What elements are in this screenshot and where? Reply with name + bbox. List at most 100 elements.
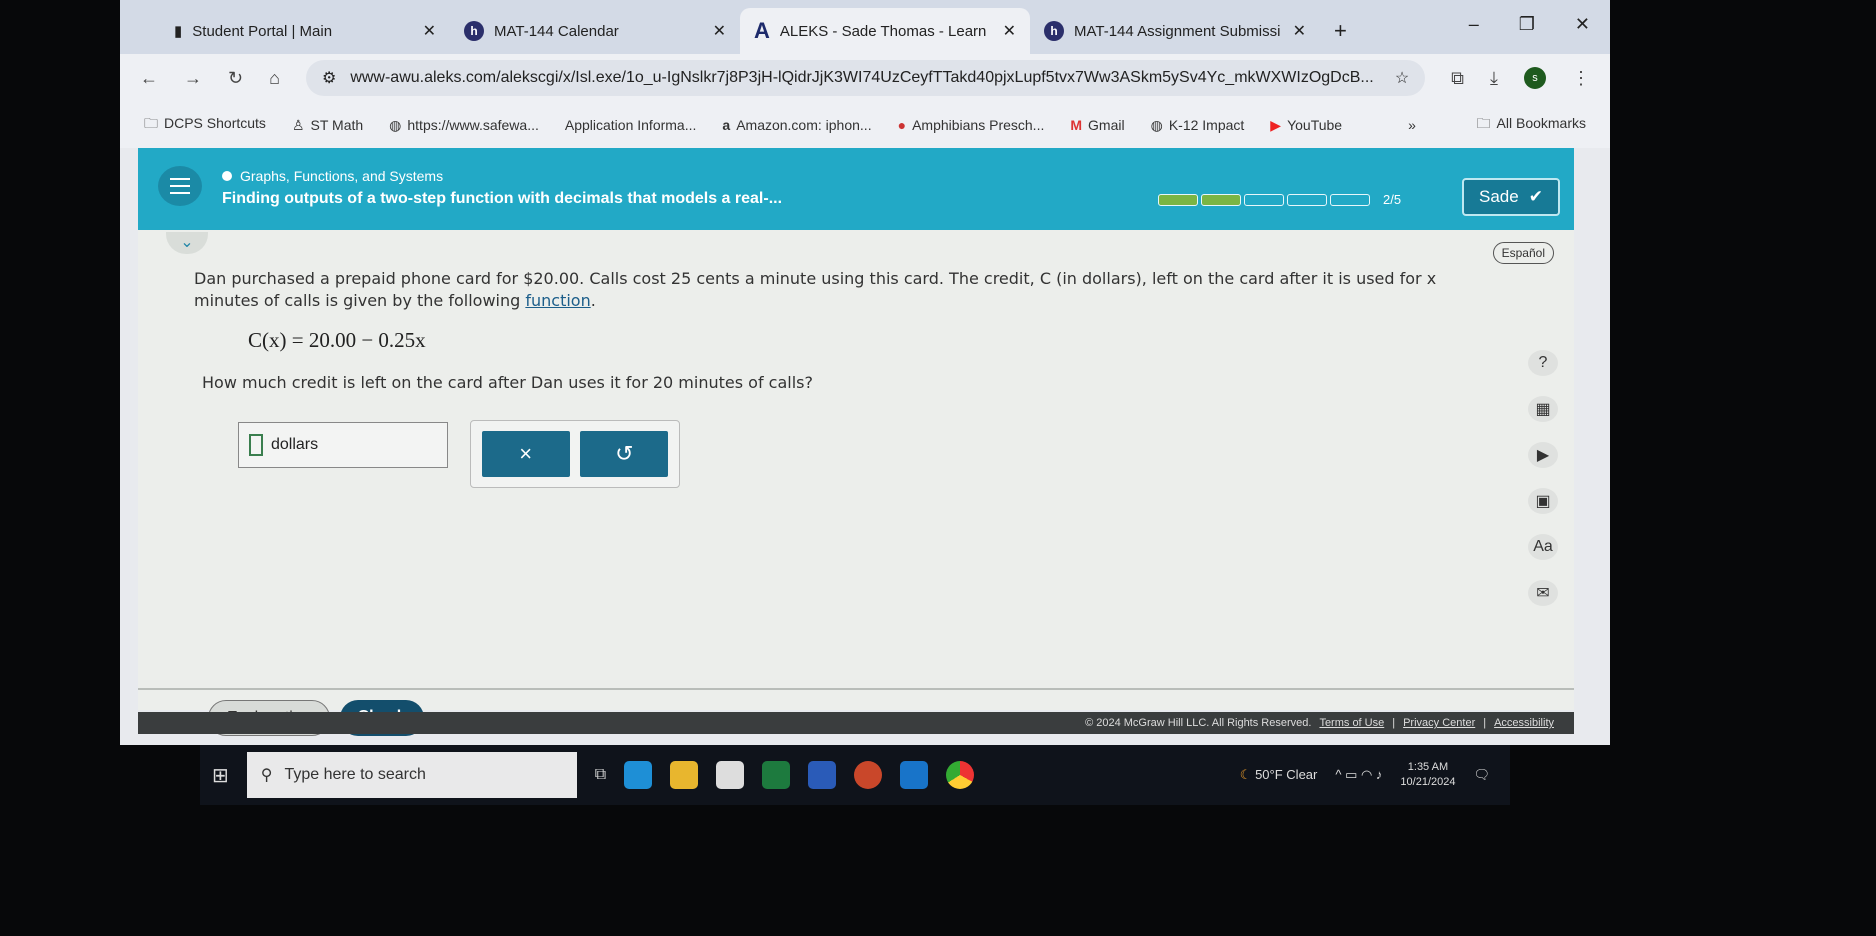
undo-button[interactable]: ↺ — [580, 431, 669, 477]
terms-link[interactable]: Terms of Use — [1319, 717, 1384, 729]
restore-icon[interactable]: ❐ — [1519, 14, 1535, 35]
function-link[interactable]: function — [525, 291, 590, 310]
page-title: Finding outputs of a two-step function w… — [222, 190, 783, 207]
hamburger-menu-button[interactable] — [158, 166, 202, 206]
bookmark-label: ST Math — [310, 116, 364, 133]
moon-icon: ☾ — [1239, 767, 1252, 782]
bookmark-youtube[interactable]: ▶ YouTube — [1270, 117, 1342, 134]
apple-icon: ● — [897, 117, 907, 133]
chevron-down-icon: ✔ — [1528, 187, 1543, 206]
all-bookmarks[interactable]: 🗀 All Bookmarks — [1477, 113, 1586, 137]
espanol-button[interactable]: Español — [1492, 242, 1554, 264]
excel-icon[interactable] — [762, 761, 791, 789]
menu-dots-icon[interactable]: ⋮ — [1572, 68, 1590, 89]
back-icon[interactable]: ← — [140, 68, 158, 89]
close-tab-icon[interactable]: ✕ — [423, 21, 436, 41]
tab-mat144-calendar[interactable]: h MAT-144 Calendar ✕ — [450, 8, 740, 54]
close-tab-icon[interactable]: ✕ — [713, 21, 726, 41]
accessibility-link[interactable]: Accessibility — [1494, 717, 1554, 729]
bookmark-gmail[interactable]: M Gmail — [1070, 117, 1124, 133]
edge-icon[interactable] — [624, 761, 653, 789]
answer-field[interactable] — [249, 434, 263, 456]
question-prompt: How much credit is left on the card afte… — [202, 373, 813, 392]
tab-label: ALEKS - Sade Thomas - Learn — [779, 22, 987, 40]
weather-text: 50°F Clear — [1255, 767, 1318, 782]
help-icon[interactable]: ? — [1528, 350, 1558, 376]
powerpoint-icon[interactable] — [854, 761, 883, 789]
bookmarks-bar: 🗀 DCPS Shortcuts ♙ ST Math ◍ https://www.sa… — [120, 102, 1610, 148]
bookmark-application[interactable]: Application Informa... — [565, 117, 697, 133]
bookmark-k12[interactable]: ◍ K-12 Impact — [1151, 117, 1245, 134]
equation: C(x) = 20.00 − 0.25x — [248, 328, 426, 352]
ebook-icon[interactable]: ▣ — [1528, 488, 1558, 514]
aleks-header: Graphs, Functions, and Systems Finding o… — [138, 148, 1574, 230]
new-tab-button[interactable]: + — [1320, 8, 1360, 54]
taskbar: ⊞ ⚲ Type here to search ⧉ ☾ 50°F Clear ^ … — [200, 745, 1510, 805]
mail-icon[interactable]: ✉ — [1528, 580, 1558, 606]
reload-icon[interactable]: ↻ — [228, 68, 243, 89]
progress-bar: 2/5 — [1158, 192, 1401, 207]
star-icon[interactable]: ☆ — [1395, 68, 1409, 88]
tab-label: MAT-144 Assignment Submissi — [1074, 22, 1281, 40]
tab-aleks[interactable]: A ALEKS - Sade Thomas - Learn ✕ — [740, 8, 1030, 54]
close-tab-icon[interactable]: ✕ — [1293, 21, 1306, 41]
question-text: Dan purchased a prepaid phone card for $… — [194, 269, 1437, 310]
bookmark-label: DCPS Shortcuts — [164, 115, 266, 131]
privacy-link[interactable]: Privacy Center — [1403, 717, 1475, 729]
store-icon[interactable] — [716, 761, 745, 789]
tab-bar: ▮ Student Portal | Main ✕ h MAT-144 Calenda… — [120, 0, 1610, 54]
bookmark-label: K-12 Impact — [1168, 116, 1245, 133]
tab-label: Student Portal | Main — [192, 22, 333, 40]
folder-icon: 🗀 — [1476, 115, 1491, 131]
bookmark-label: All Bookmarks — [1496, 115, 1586, 131]
tab-assignment-submission[interactable]: h MAT-144 Assignment Submissi ✕ — [1030, 8, 1320, 54]
clock[interactable]: 1:35 AM 10/21/2024 — [1400, 760, 1455, 790]
more-bookmarks[interactable]: » — [1408, 117, 1416, 133]
bookmark-safeway[interactable]: ◍ https://www.safewa... — [389, 117, 539, 134]
extensions-icon[interactable]: ⧉ — [1451, 68, 1464, 89]
word-icon[interactable] — [808, 761, 837, 789]
close-tab-icon[interactable]: ✕ — [1003, 21, 1016, 41]
file-explorer-icon[interactable] — [670, 761, 699, 789]
video-icon[interactable]: ▶ — [1528, 442, 1558, 468]
bookmark-amphibians[interactable]: ● Amphibians Presch... — [898, 117, 1045, 133]
browser-window: ▮ Student Portal | Main ✕ h MAT-144 Calenda… — [120, 0, 1610, 745]
close-window-icon[interactable]: ✕ — [1575, 14, 1590, 35]
download-icon[interactable]: ⤓ — [1490, 68, 1498, 89]
taskbar-search[interactable]: ⚲ Type here to search — [246, 752, 577, 798]
clear-button[interactable]: × — [481, 431, 570, 477]
tab-student-portal[interactable]: ▮ Student Portal | Main ✕ — [160, 8, 450, 54]
windows-start-icon[interactable]: ⊞ — [212, 763, 229, 788]
answer-input[interactable]: dollars — [238, 422, 448, 468]
task-view-icon[interactable]: ⧉ — [595, 766, 606, 784]
progress-segment — [1158, 193, 1198, 206]
minimize-icon[interactable]: – — [1469, 14, 1479, 35]
search-icon: ⚲ — [260, 767, 273, 784]
url-bar[interactable]: ⚙ www-awu.aleks.com/alekscgi/x/Isl.exe/1o… — [305, 60, 1426, 96]
bookmark-amazon[interactable]: a Amazon.com: iphon... — [722, 117, 871, 133]
weather-widget[interactable]: ☾ 50°F Clear — [1240, 767, 1318, 783]
collapse-chevron-icon[interactable]: ⌄ — [166, 232, 208, 254]
notifications-icon[interactable]: 🗨 — [1473, 767, 1490, 783]
bookmark-st-math[interactable]: ♙ ST Math — [292, 117, 363, 134]
bookmark-label: https://www.safewa... — [407, 116, 539, 133]
tray-icons[interactable]: ^ ▭ ◠ ♪ — [1335, 767, 1382, 783]
portal-icon: ▮ — [174, 23, 183, 40]
user-menu-button[interactable]: Sade ✔ — [1462, 178, 1560, 216]
chrome-icon[interactable] — [946, 761, 975, 789]
home-icon[interactable]: ⌂ — [269, 68, 280, 89]
progress-segment — [1244, 193, 1284, 206]
site-info-icon[interactable]: ⚙ — [322, 68, 336, 88]
outlook-icon[interactable] — [900, 761, 929, 789]
amazon-icon: a — [722, 117, 731, 133]
progress-segment — [1330, 193, 1370, 206]
h-logo-icon: h — [1044, 21, 1064, 41]
forward-icon[interactable]: → — [184, 68, 202, 89]
bookmark-dcps[interactable]: 🗀 DCPS Shortcuts — [144, 113, 266, 137]
profile-avatar[interactable]: s — [1524, 67, 1546, 89]
progress-segment — [1287, 193, 1327, 206]
progress-segment — [1201, 193, 1241, 206]
dictionary-icon[interactable]: Aa — [1528, 534, 1558, 560]
h-logo-icon: h — [464, 21, 484, 41]
calculator-icon[interactable]: ▦ — [1528, 396, 1558, 422]
